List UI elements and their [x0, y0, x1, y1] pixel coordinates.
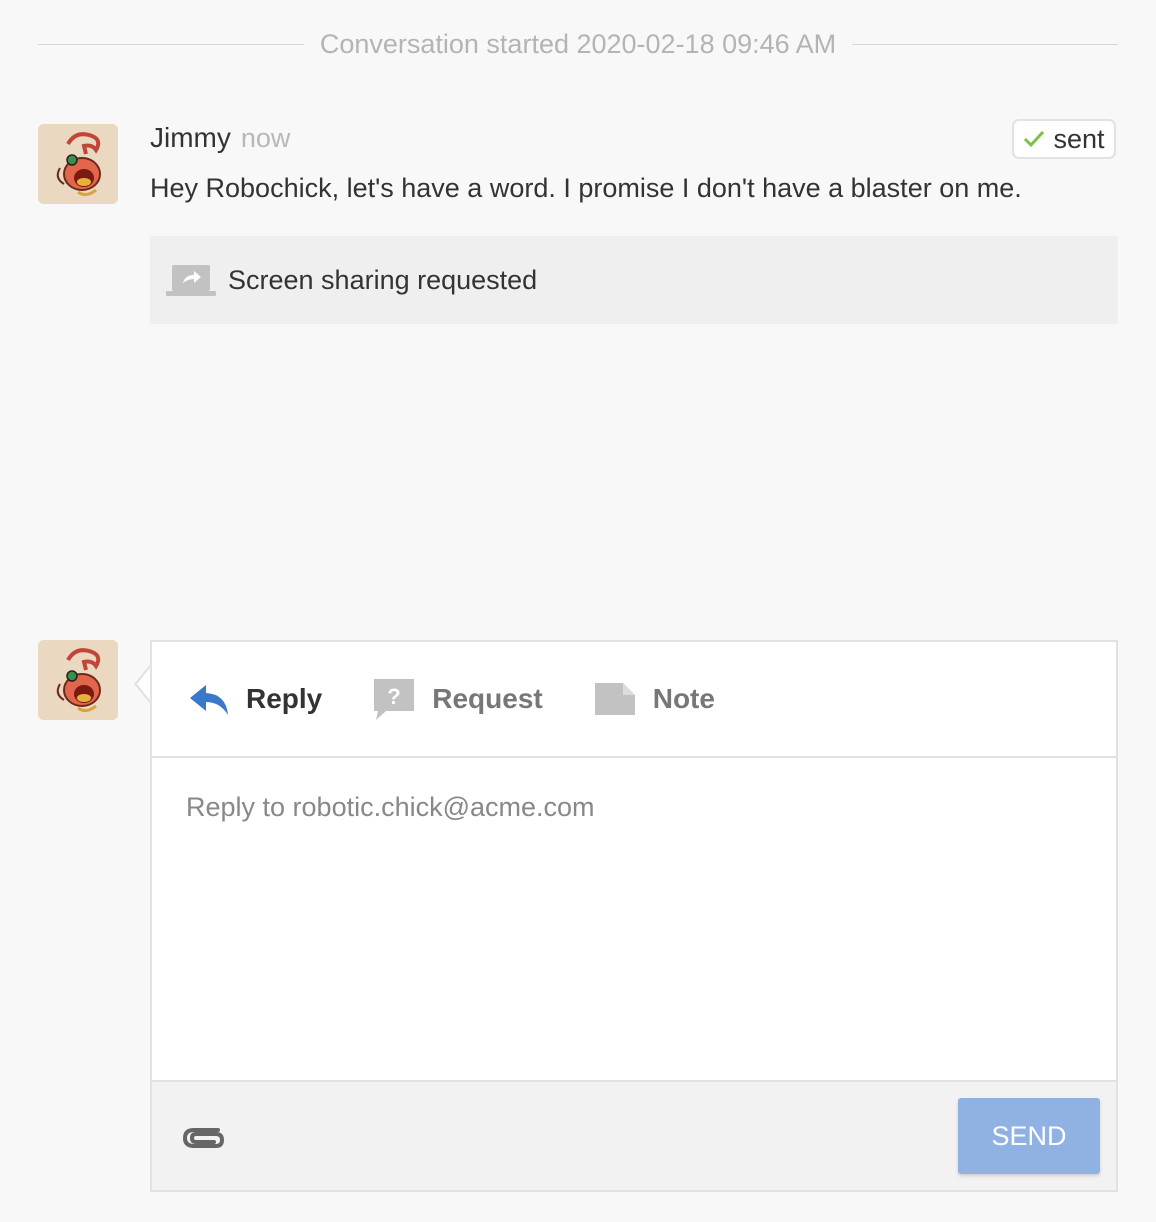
question-bubble-icon: ?: [374, 679, 415, 720]
composer-tabs: Reply ? Request Note: [152, 642, 1116, 758]
message-time: now: [240, 123, 291, 153]
composer-footer: SEND: [152, 1080, 1116, 1190]
tab-note-label: Note: [652, 683, 715, 714]
screen-sharing-event: Screen sharing requested: [150, 236, 1118, 324]
message-body: Hey Robochick, let's have a word. I prom…: [150, 173, 1022, 203]
reply-arrow-icon: [190, 685, 228, 715]
author-avatar: [38, 124, 118, 204]
composer-avatar: [38, 640, 118, 720]
divider-line-right: [852, 43, 1119, 45]
svg-text:?: ?: [388, 684, 401, 709]
message-author: Jimmy: [150, 122, 231, 153]
send-button[interactable]: SEND: [958, 1098, 1100, 1174]
conversation-divider: Conversation started 2020-02-18 09:46 AM: [38, 26, 1119, 62]
conversation-started-label: Conversation started 2020-02-18 09:46 AM: [319, 28, 837, 59]
screen-sharing-text: Screen sharing requested: [228, 264, 538, 295]
reply-input[interactable]: [152, 758, 1116, 1080]
reply-area: [152, 758, 1116, 1080]
message-header: Jimmy now: [150, 122, 290, 158]
tab-request[interactable]: ? Request: [372, 677, 543, 721]
tab-note[interactable]: Note: [593, 681, 715, 717]
tab-reply-label: Reply: [246, 683, 323, 714]
tab-reply[interactable]: Reply: [188, 681, 322, 717]
check-icon: [1024, 130, 1045, 148]
status-label: sent: [1053, 123, 1105, 154]
paperclip-icon[interactable]: [182, 1120, 226, 1154]
status-badge: sent: [1012, 119, 1116, 159]
reply-composer: Reply ? Request Note SEND: [150, 640, 1118, 1192]
note-icon: [594, 683, 635, 715]
screen-share-icon: [166, 265, 216, 296]
tab-request-label: Request: [432, 683, 543, 714]
divider-line-left: [38, 43, 304, 45]
